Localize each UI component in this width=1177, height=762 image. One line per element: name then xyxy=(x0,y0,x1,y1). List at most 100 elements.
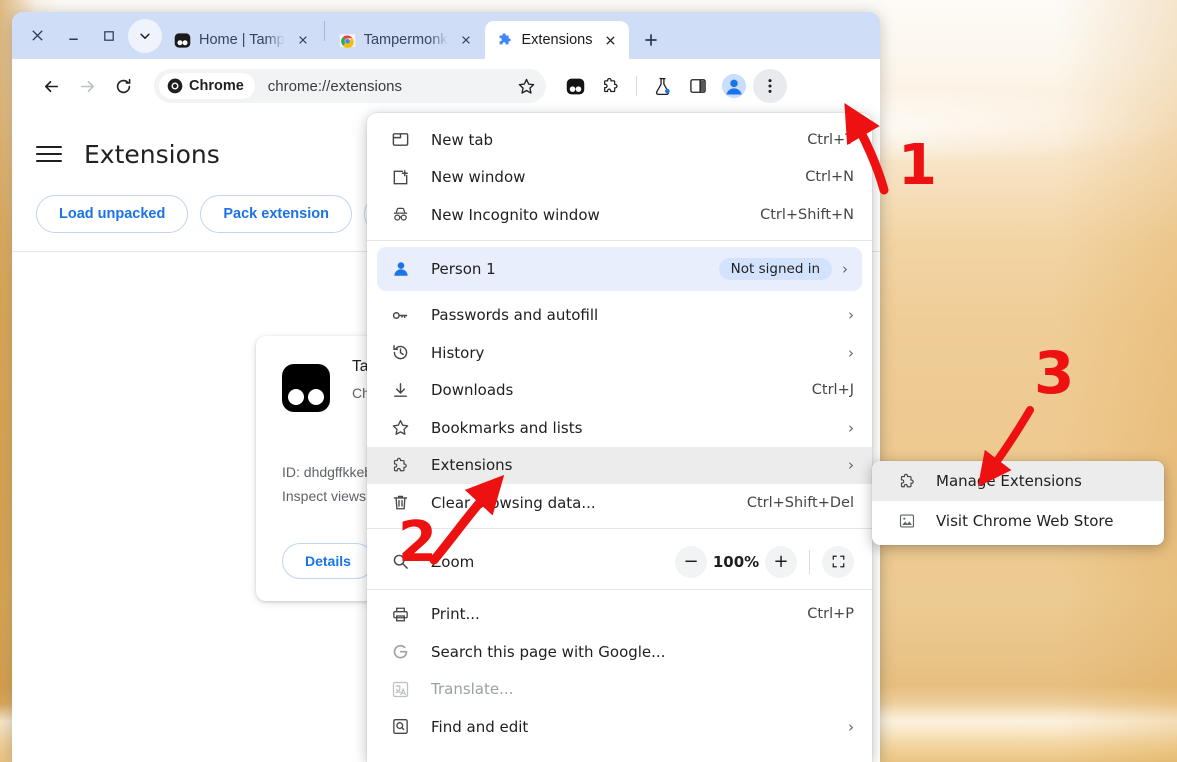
tab-title: Home | Tamp xyxy=(199,32,285,48)
chevron-right-icon: › xyxy=(832,456,854,474)
menu-item-clear-browsing-data[interactable]: Clear browsing data... Ctrl+Shift+Del xyxy=(367,484,872,522)
chrome-source-chip[interactable]: Chrome xyxy=(159,73,255,99)
address-bar[interactable]: Chrome chrome://extensions xyxy=(154,69,546,103)
bookmark-button[interactable] xyxy=(512,72,540,100)
new-tab-button[interactable] xyxy=(635,24,667,56)
pack-extension-button[interactable]: Pack extension xyxy=(200,195,352,233)
submenu-item-manage-extensions[interactable]: Manage Extensions xyxy=(872,461,1164,501)
tab-tampermonkey[interactable]: Tampermonk xyxy=(327,21,485,59)
tab-search-button[interactable] xyxy=(128,19,162,53)
profile-name: Person 1 xyxy=(431,260,719,278)
extensions-submenu: Manage Extensions Visit Chrome Web Store xyxy=(872,461,1164,545)
menu-label: Manage Extensions xyxy=(936,472,1146,490)
menu-item-downloads[interactable]: Downloads Ctrl+J xyxy=(367,372,872,410)
menu-label: Passwords and autofill xyxy=(431,306,832,324)
chevron-right-icon: › xyxy=(832,419,854,437)
menu-accelerator: Ctrl+N xyxy=(805,169,854,185)
menu-separator xyxy=(367,589,872,590)
chrome-icon xyxy=(167,78,183,94)
hamburger-icon[interactable] xyxy=(36,141,62,167)
minimize-icon xyxy=(66,28,81,43)
menu-accelerator: Ctrl+J xyxy=(812,382,854,398)
zoom-out-button[interactable]: − xyxy=(675,546,707,578)
back-arrow-icon xyxy=(42,77,61,96)
menu-label: New window xyxy=(431,168,805,186)
puzzle-icon xyxy=(898,472,936,491)
extensions-action-button[interactable] xyxy=(594,69,628,103)
person-icon xyxy=(391,259,431,279)
page-title: Extensions xyxy=(84,140,220,169)
fullscreen-button[interactable] xyxy=(822,546,854,578)
menu-item-passwords-and-autofill[interactable]: Passwords and autofill › xyxy=(367,297,872,335)
window-controls xyxy=(12,12,162,59)
menu-accelerator: Ctrl+Shift+N xyxy=(760,207,854,223)
zoom-label: Zoom xyxy=(431,553,675,571)
browser-toolbar: Chrome chrome://extensions xyxy=(12,59,880,113)
menu-item-print[interactable]: Print... Ctrl+P xyxy=(367,596,872,634)
chrome-menu-button[interactable] xyxy=(753,69,787,103)
close-window-button[interactable] xyxy=(20,19,54,53)
load-unpacked-button[interactable]: Load unpacked xyxy=(36,195,188,233)
tab-close-button[interactable] xyxy=(600,30,620,50)
forward-button[interactable] xyxy=(70,69,104,103)
menu-item-translate[interactable]: Translate... xyxy=(367,671,872,709)
fullscreen-icon xyxy=(831,554,846,569)
translate-icon xyxy=(391,680,431,699)
tampermonkey-icon xyxy=(174,32,191,49)
zoom-in-button[interactable]: + xyxy=(765,546,797,578)
url-text[interactable]: chrome://extensions xyxy=(268,78,512,95)
maximize-window-button[interactable] xyxy=(92,19,126,53)
tab-close-button[interactable] xyxy=(293,30,313,50)
reload-button[interactable] xyxy=(106,69,140,103)
magnifier-icon xyxy=(391,552,431,571)
tab-separator xyxy=(324,21,325,41)
avatar-icon xyxy=(721,73,747,99)
back-button[interactable] xyxy=(34,69,68,103)
menu-label: New Incognito window xyxy=(431,206,760,224)
menu-item-new-window[interactable]: New window Ctrl+N xyxy=(367,159,872,197)
menu-accelerator: Ctrl+P xyxy=(807,606,854,622)
menu-item-bookmarks-and-lists[interactable]: Bookmarks and lists › xyxy=(367,409,872,447)
details-button[interactable]: Details xyxy=(282,543,374,579)
menu-label: Bookmarks and lists xyxy=(431,419,832,437)
puzzle-icon xyxy=(601,76,621,96)
new-tab-icon xyxy=(391,130,431,149)
menu-label: Visit Chrome Web Store xyxy=(936,512,1146,530)
tampermonkey-action-button[interactable] xyxy=(558,69,592,103)
profile-button[interactable] xyxy=(717,69,751,103)
tab-strip: Home | Tamp Tampermonk xyxy=(12,12,880,59)
menu-label: New tab xyxy=(431,131,807,149)
menu-item-history[interactable]: History › xyxy=(367,334,872,372)
menu-separator xyxy=(367,528,872,529)
status-badge: Not signed in xyxy=(719,258,832,280)
menu-item-search-page-with-google[interactable]: Search this page with Google... xyxy=(367,633,872,671)
close-icon xyxy=(604,34,617,47)
download-icon xyxy=(391,381,431,400)
close-icon xyxy=(460,34,472,46)
menu-item-new-incognito-window[interactable]: New Incognito window Ctrl+Shift+N xyxy=(367,196,872,234)
menu-item-extensions[interactable]: Extensions › xyxy=(367,447,872,485)
menu-item-find-and-edit[interactable]: Find and edit › xyxy=(367,708,872,746)
menu-item-profile[interactable]: Person 1 Not signed in › xyxy=(377,247,862,291)
menu-label: Translate... xyxy=(431,680,854,698)
menu-item-new-tab[interactable]: New tab Ctrl+T xyxy=(367,121,872,159)
tab-extensions[interactable]: Extensions xyxy=(485,21,630,59)
side-panel-button[interactable] xyxy=(681,69,715,103)
history-icon xyxy=(391,343,431,362)
tab-title: Extensions xyxy=(522,32,593,48)
minimize-window-button[interactable] xyxy=(56,19,90,53)
tampermonkey-icon xyxy=(565,76,586,97)
menu-label: Find and edit xyxy=(431,718,832,736)
menu-label: Extensions xyxy=(431,456,832,474)
toolbar-separator xyxy=(636,76,637,96)
flask-icon xyxy=(652,76,673,97)
tab-home-tampermonkey[interactable]: Home | Tamp xyxy=(162,21,322,59)
submenu-item-visit-chrome-web-store[interactable]: Visit Chrome Web Store xyxy=(872,501,1164,541)
chevron-right-icon: › xyxy=(832,344,854,362)
tab-close-button[interactable] xyxy=(456,30,476,50)
chrome-main-menu: New tab Ctrl+T New window Ctrl+N New Inc… xyxy=(367,113,872,762)
find-icon xyxy=(391,717,431,736)
puzzle-icon xyxy=(391,456,431,475)
menu-item-zoom: Zoom − 100% + xyxy=(367,535,872,589)
labs-action-button[interactable] xyxy=(645,69,679,103)
